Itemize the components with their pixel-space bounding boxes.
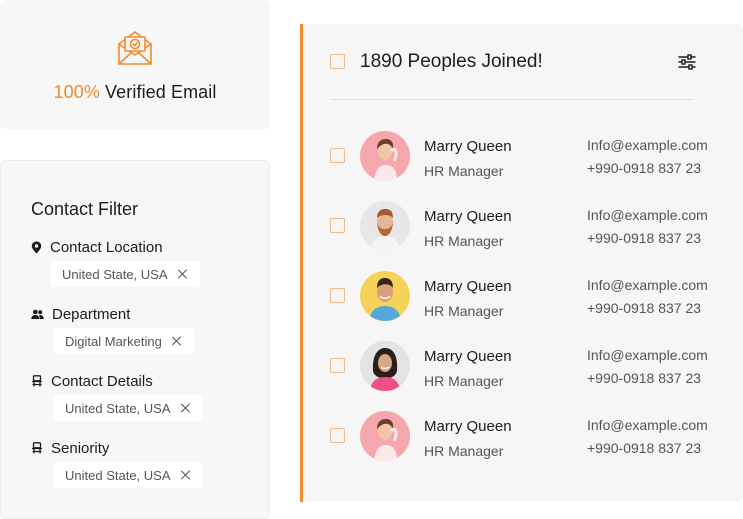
contact-phone[interactable]: +990-0918 837 23 [587,160,701,176]
panel-title: 1890 Peoples Joined! [360,51,543,72]
contact-email[interactable]: Info@example.com [587,137,708,153]
verified-email-title: 100% Verified Email [0,82,270,103]
contact-name: Marry Queen [424,278,512,295]
filter-chip-seniority[interactable]: United State, USA [53,462,203,488]
verified-label: Verified Email [105,82,217,102]
contact-name: Marry Queen [424,418,512,435]
header-divider [330,99,694,100]
contact-email[interactable]: Info@example.com [587,347,708,363]
chip-label: United State, USA [65,400,171,416]
contact-email[interactable]: Info@example.com [587,277,708,293]
row-checkbox[interactable] [330,218,345,233]
contact-row[interactable]: Marry Queen HR Manager Info@example.com … [303,268,743,324]
row-checkbox[interactable] [330,358,345,373]
chip-label: Digital Marketing [65,333,162,349]
filter-label-location: Contact Location [50,238,163,256]
filter-label-department: Department [52,305,131,323]
filter-title: Contact Filter [31,199,139,219]
filter-label-contact-details: Contact Details [51,372,153,390]
verified-envelope-icon [118,31,152,65]
contact-email[interactable]: Info@example.com [587,417,708,433]
chair-icon [32,442,42,454]
bearded-man-avatar [360,201,410,251]
row-checkbox[interactable] [330,288,345,303]
close-icon[interactable] [178,269,188,279]
contact-row[interactable]: Marry Queen HR Manager Info@example.com … [303,128,743,184]
filter-label-seniority: Seniority [51,439,110,457]
contact-email[interactable]: Info@example.com [587,207,708,223]
contact-phone[interactable]: +990-0918 837 23 [587,370,701,386]
chip-label: United State, USA [62,266,168,282]
chair-icon [32,375,42,387]
sliders-icon[interactable] [677,52,697,72]
filter-chip-department[interactable]: Digital Marketing [53,328,194,354]
contact-row[interactable]: Marry Queen HR Manager Info@example.com … [303,408,743,464]
contact-role: HR Manager [424,443,504,459]
contact-role: HR Manager [424,163,504,179]
woman-pink-avatar [360,131,410,181]
contact-name: Marry Queen [424,138,512,155]
people-icon [31,309,44,319]
contacts-panel: 1890 Peoples Joined! Marry Queen HR Mana… [300,24,743,502]
contact-role: HR Manager [424,373,504,389]
chip-label: United State, USA [65,467,171,483]
contact-role: HR Manager [424,233,504,249]
woman-pink-avatar [360,411,410,461]
woman-dark-hair-avatar [360,341,410,391]
close-icon[interactable] [181,470,191,480]
filter-group-contact-details: Contact Details [31,371,153,391]
row-checkbox[interactable] [330,148,345,163]
contact-name: Marry Queen [424,348,512,365]
contact-row[interactable]: Marry Queen HR Manager Info@example.com … [303,198,743,254]
location-pin-icon [31,241,42,253]
filter-chip-contact-details[interactable]: United State, USA [53,395,203,421]
contact-role: HR Manager [424,303,504,319]
contact-name: Marry Queen [424,208,512,225]
verified-percent: 100% [53,82,100,102]
close-icon[interactable] [181,403,191,413]
contact-row[interactable]: Marry Queen HR Manager Info@example.com … [303,338,743,394]
select-all-checkbox[interactable] [330,54,345,69]
filter-group-location: Contact Location [31,237,163,257]
close-icon[interactable] [172,336,182,346]
filter-chip-location[interactable]: United State, USA [50,261,200,287]
verified-email-card: 100% Verified Email [0,0,270,129]
contact-phone[interactable]: +990-0918 837 23 [587,440,701,456]
filter-group-seniority: Seniority [31,438,109,458]
contact-phone[interactable]: +990-0918 837 23 [587,300,701,316]
contact-filter-card: Contact Filter Contact Location United S… [0,160,270,519]
filter-group-department: Department [31,304,130,324]
smiling-man-avatar [360,271,410,321]
contact-phone[interactable]: +990-0918 837 23 [587,230,701,246]
row-checkbox[interactable] [330,428,345,443]
